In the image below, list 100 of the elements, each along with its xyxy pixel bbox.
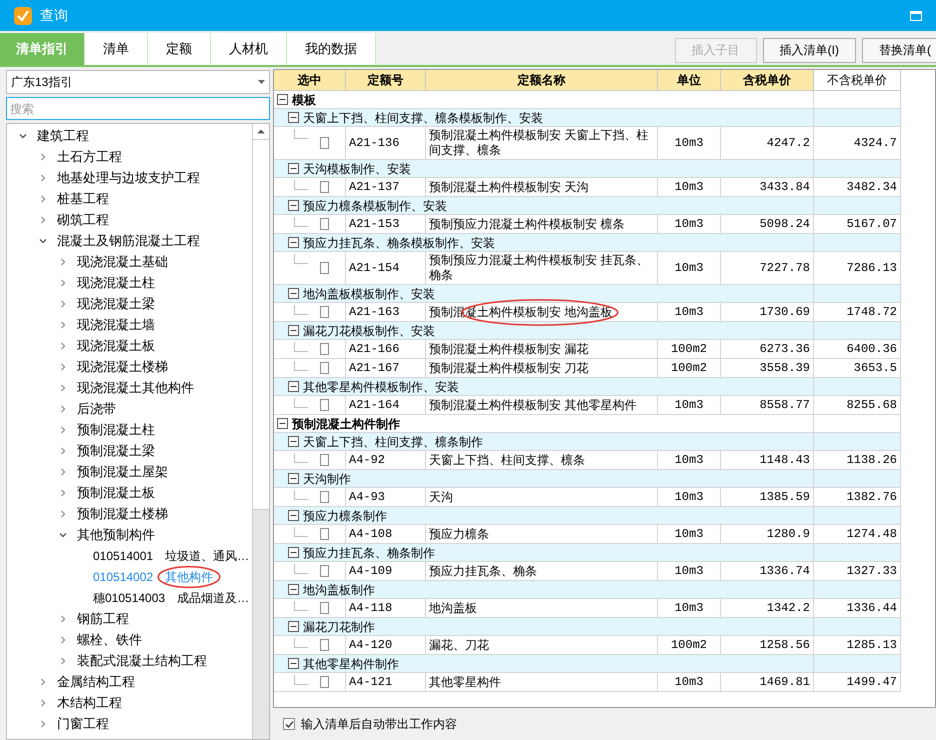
chevron-right-icon[interactable]	[39, 216, 47, 224]
chevron-right-icon[interactable]	[59, 656, 67, 664]
tab[interactable]: 清单	[85, 33, 148, 65]
tree-item[interactable]: 后浇带	[77, 398, 116, 418]
tree-item[interactable]: 建筑工程	[37, 126, 89, 146]
chevron-right-icon[interactable]	[59, 342, 67, 350]
tree-item[interactable]: 地基处理与边坡支护工程	[57, 168, 200, 188]
tree-item[interactable]: 现浇混凝土楼梯	[77, 356, 168, 376]
tab[interactable]: 定额	[148, 33, 211, 65]
chevron-down-icon[interactable]	[19, 132, 27, 140]
scrollbar[interactable]	[252, 124, 269, 739]
tree-item[interactable]: 其他预制构件	[77, 524, 155, 544]
collapse-icon[interactable]	[288, 288, 299, 299]
tree-item[interactable]: 预制混凝土板	[77, 482, 155, 502]
chevron-right-icon[interactable]	[59, 510, 67, 518]
collapse-icon[interactable]	[288, 436, 299, 447]
scrollbar-thumb[interactable]	[253, 140, 269, 510]
chevron-right-icon[interactable]	[59, 362, 67, 370]
row-checkbox[interactable]	[320, 218, 329, 230]
row-checkbox[interactable]	[320, 676, 329, 688]
collapse-icon[interactable]	[288, 473, 299, 484]
scroll-up-icon[interactable]	[253, 124, 269, 140]
tree-item[interactable]: 现浇混凝土板	[77, 336, 155, 356]
tab[interactable]: 人材机	[211, 33, 287, 65]
chevron-right-icon[interactable]	[59, 614, 67, 622]
collapse-icon[interactable]	[288, 237, 299, 248]
tree-item[interactable]: 钢筋工程	[77, 608, 129, 628]
tree-item[interactable]: 螺栓、铁件	[77, 630, 142, 650]
row-checkbox[interactable]	[320, 262, 329, 274]
chevron-right-icon[interactable]	[59, 384, 67, 392]
maximize-icon[interactable]	[910, 10, 922, 20]
guide-dropdown[interactable]: 广东13指引	[6, 70, 270, 94]
row-checkbox[interactable]	[320, 491, 329, 503]
collapse-icon[interactable]	[288, 510, 299, 521]
tree-item[interactable]: 现浇混凝土柱	[77, 272, 155, 292]
tree-item[interactable]: 装配式混凝土结构工程	[77, 650, 207, 670]
collapse-icon[interactable]	[288, 325, 299, 336]
tree-item[interactable]: 预制混凝土屋架	[77, 462, 168, 482]
chevron-right-icon[interactable]	[59, 426, 67, 434]
tree-item[interactable]: 010514001 垃圾道、通风…	[93, 546, 252, 564]
tree-item[interactable]: 木结构工程	[57, 692, 122, 712]
collapse-icon[interactable]	[288, 200, 299, 211]
tree-item[interactable]: 预制混凝土柱	[77, 420, 155, 440]
tree-item[interactable]: 金属结构工程	[57, 672, 135, 692]
collapse-icon[interactable]	[288, 381, 299, 392]
chevron-right-icon[interactable]	[59, 258, 67, 266]
row-checkbox[interactable]	[320, 565, 329, 577]
toolbar-button[interactable]: 替换清单(	[862, 38, 936, 62]
chevron-right-icon[interactable]	[39, 720, 47, 728]
chevron-down-icon[interactable]	[39, 236, 47, 244]
tree-item[interactable]: 预制混凝土梁	[77, 440, 155, 460]
tree-item[interactable]: 现浇混凝土其他构件	[77, 378, 194, 398]
chevron-right-icon[interactable]	[59, 404, 67, 412]
collapse-icon[interactable]	[277, 94, 288, 105]
toolbar-button[interactable]: 插入清单(I)	[762, 38, 856, 62]
chevron-right-icon[interactable]	[39, 194, 47, 202]
search-field[interactable]: 搜索	[6, 97, 270, 120]
chevron-right-icon[interactable]	[39, 152, 47, 160]
row-checkbox[interactable]	[320, 528, 329, 540]
chevron-right-icon[interactable]	[59, 300, 67, 308]
collapse-icon[interactable]	[288, 658, 299, 669]
tree-item[interactable]: 砌筑工程	[57, 210, 109, 230]
tree-item[interactable]: 010514002 其他构件	[93, 568, 222, 586]
tab[interactable]: 我的数据	[287, 33, 376, 65]
chevron-right-icon[interactable]	[59, 468, 67, 476]
chevron-right-icon[interactable]	[59, 636, 67, 644]
row-checkbox[interactable]	[320, 639, 329, 651]
tree-item[interactable]: 现浇混凝土墙	[77, 314, 155, 334]
checkbox[interactable]	[283, 718, 295, 730]
tree-item[interactable]: 门窗工程	[57, 714, 109, 734]
row-checkbox[interactable]	[320, 137, 329, 149]
chevron-right-icon[interactable]	[59, 320, 67, 328]
row-checkbox[interactable]	[320, 399, 329, 411]
row-checkbox[interactable]	[320, 306, 329, 318]
collapse-icon[interactable]	[288, 621, 299, 632]
row-checkbox[interactable]	[320, 362, 329, 374]
chevron-down-icon[interactable]	[59, 530, 67, 538]
row-checkbox[interactable]	[320, 602, 329, 614]
tree-item[interactable]: 预制混凝土楼梯	[77, 504, 168, 524]
tree-item[interactable]: 土石方工程	[57, 146, 122, 166]
collapse-icon[interactable]	[288, 584, 299, 595]
tree-item[interactable]: 现浇混凝土基础	[77, 252, 168, 272]
tree-item[interactable]: 现浇混凝土梁	[77, 294, 155, 314]
chevron-right-icon[interactable]	[39, 174, 47, 182]
row-checkbox[interactable]	[320, 181, 329, 193]
collapse-icon[interactable]	[288, 163, 299, 174]
row-checkbox[interactable]	[320, 343, 329, 355]
collapse-icon[interactable]	[288, 112, 299, 123]
chevron-right-icon[interactable]	[39, 698, 47, 706]
chevron-right-icon[interactable]	[59, 446, 67, 454]
chevron-right-icon[interactable]	[39, 678, 47, 686]
collapse-icon[interactable]	[277, 418, 288, 429]
tree-item[interactable]: 穗010514003 成品烟道及…	[93, 588, 252, 606]
row-checkbox[interactable]	[320, 454, 329, 466]
dropdown-caret-icon[interactable]	[258, 80, 265, 84]
collapse-icon[interactable]	[288, 547, 299, 558]
tree-item[interactable]: 桩基工程	[57, 188, 109, 208]
chevron-right-icon[interactable]	[59, 278, 67, 286]
tree-item[interactable]: 混凝土及钢筋混凝土工程	[57, 230, 200, 250]
chevron-right-icon[interactable]	[59, 488, 67, 496]
